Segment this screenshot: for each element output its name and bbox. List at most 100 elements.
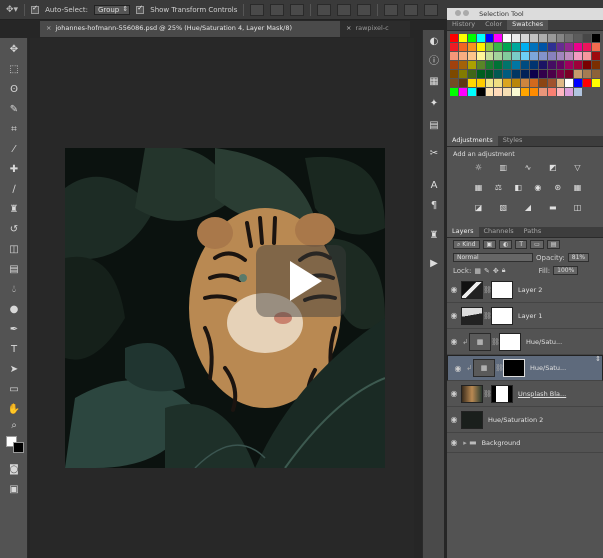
swatch-color[interactable]: [485, 52, 494, 60]
swatch-color[interactable]: [494, 88, 503, 96]
hue-saturation-icon[interactable]: ▦: [473, 183, 484, 193]
filter-type-icon[interactable]: T: [515, 240, 528, 249]
swatch-color[interactable]: [467, 52, 476, 60]
align-top-button[interactable]: [250, 3, 265, 16]
swatch-color[interactable]: [574, 43, 583, 51]
swatch-color[interactable]: [529, 34, 538, 42]
swatch-color[interactable]: [521, 70, 529, 78]
swatch-color[interactable]: [503, 61, 512, 69]
minimize-icon[interactable]: [463, 10, 469, 16]
swatch-color[interactable]: [547, 43, 556, 51]
swatch-color[interactable]: [521, 34, 529, 42]
layer-name[interactable]: Layer 2: [518, 286, 542, 294]
layer-mask-thumbnail[interactable]: [503, 359, 525, 377]
eyedropper-tool-icon[interactable]: ⁄: [6, 142, 22, 157]
expand-arrow-icon[interactable]: ▸: [461, 439, 469, 447]
swatch-color[interactable]: [538, 52, 547, 60]
swatch-color[interactable]: [538, 61, 547, 69]
swatch-color[interactable]: [583, 43, 592, 51]
rectangle-tool-icon[interactable]: ▭: [6, 382, 22, 397]
tab-paths[interactable]: Paths: [519, 227, 547, 237]
align-middle-button[interactable]: [270, 3, 285, 16]
swatch-color[interactable]: [521, 79, 529, 87]
swatch-color[interactable]: [485, 88, 494, 96]
layer-name[interactable]: Hue/Satu...: [530, 364, 566, 372]
swatch-color[interactable]: [521, 43, 529, 51]
paragraph-panel-icon[interactable]: ¶: [428, 200, 440, 212]
auto-select-dropdown[interactable]: Group: [93, 4, 131, 15]
swatch-color[interactable]: [458, 79, 467, 87]
tab-adjustments[interactable]: Adjustments: [447, 136, 498, 146]
swatch-color[interactable]: [458, 43, 467, 51]
swatch-color[interactable]: [583, 70, 592, 78]
color-lookup-icon[interactable]: ▦: [572, 183, 583, 193]
quick-mask-icon[interactable]: ◙: [6, 462, 22, 477]
swatch-color[interactable]: [538, 70, 547, 78]
layer-row[interactable]: ◉ Hue/Saturation 2: [447, 407, 603, 433]
mask-link-icon[interactable]: ⛓: [483, 286, 492, 294]
swatch-color[interactable]: [556, 88, 565, 96]
swatch-color[interactable]: [556, 70, 565, 78]
fill-input[interactable]: 100%: [553, 266, 579, 275]
swatch-color[interactable]: [574, 61, 583, 69]
lock-pixels-icon[interactable]: ✎: [484, 267, 490, 275]
close-icon[interactable]: [455, 10, 461, 16]
close-icon[interactable]: ×: [46, 24, 51, 32]
swatch-color[interactable]: [592, 34, 600, 42]
swatch-color[interactable]: [538, 88, 547, 96]
dodge-tool-icon[interactable]: ●: [6, 302, 22, 317]
swatch-color[interactable]: [547, 70, 556, 78]
swatch-color[interactable]: [592, 52, 600, 60]
distribute-button[interactable]: [404, 3, 419, 16]
swatch-color[interactable]: [565, 79, 574, 87]
swatch-color[interactable]: [565, 70, 574, 78]
type-tool-icon[interactable]: T: [6, 342, 22, 357]
swatch-color[interactable]: [503, 79, 512, 87]
crop-tool-icon[interactable]: ⌗: [6, 122, 22, 137]
filter-pixel-icon[interactable]: ▣: [482, 240, 497, 249]
swatch-color[interactable]: [565, 61, 574, 69]
kind-filter-dropdown[interactable]: ⌕ Kind: [453, 240, 480, 249]
swatch-color[interactable]: [503, 43, 512, 51]
swatch-color[interactable]: [494, 52, 503, 60]
swatch-color[interactable]: [485, 79, 494, 87]
swatch-color[interactable]: [467, 79, 476, 87]
layer-mask-thumbnail[interactable]: [491, 306, 513, 325]
swatch-color[interactable]: [494, 34, 503, 42]
tab-styles[interactable]: Styles: [498, 136, 528, 146]
layer-name[interactable]: Layer 1: [518, 312, 542, 320]
gradient-map-icon[interactable]: ▬: [547, 203, 558, 213]
tab-history[interactable]: History: [447, 20, 480, 30]
mask-link-icon[interactable]: ⛓: [483, 390, 492, 398]
swatch-color[interactable]: [458, 52, 467, 60]
swatch-color[interactable]: [450, 43, 458, 51]
swatch-color[interactable]: [476, 88, 485, 96]
swatch-color[interactable]: [512, 52, 521, 60]
move-tool-icon[interactable]: ✥: [6, 42, 22, 57]
mask-link-icon[interactable]: ⛓: [495, 364, 504, 372]
tab-color[interactable]: Color: [480, 20, 507, 30]
swatch-color[interactable]: [512, 70, 521, 78]
channel-mixer-icon[interactable]: ⊛: [552, 183, 563, 193]
vibrance-icon[interactable]: ▽: [572, 163, 583, 173]
swatch-color[interactable]: [467, 70, 476, 78]
photo-filter-icon[interactable]: ◉: [532, 183, 543, 193]
tab-swatches[interactable]: Swatches: [507, 20, 549, 30]
swatch-color[interactable]: [458, 88, 467, 96]
black-white-icon[interactable]: ◧: [513, 183, 524, 193]
align-center-button[interactable]: [337, 3, 352, 16]
layer-row[interactable]: ◉ ⛓ Unsplash Bla...: [447, 381, 603, 407]
swatch-color[interactable]: [467, 43, 476, 51]
tab-document[interactable]: × rawpixel-c: [340, 21, 395, 37]
tab-layers[interactable]: Layers: [447, 227, 479, 237]
swatch-color[interactable]: [547, 88, 556, 96]
color-balance-icon[interactable]: ⚖: [493, 183, 504, 193]
mask-link-icon[interactable]: ⛓: [491, 338, 500, 346]
swatch-color[interactable]: [574, 79, 583, 87]
swatch-color[interactable]: [565, 52, 574, 60]
swatch-color[interactable]: [494, 61, 503, 69]
invert-icon[interactable]: ◪: [473, 203, 484, 213]
swatch-color[interactable]: [512, 79, 521, 87]
swatch-color[interactable]: [521, 88, 529, 96]
visibility-eye-icon[interactable]: ◉: [447, 438, 461, 447]
